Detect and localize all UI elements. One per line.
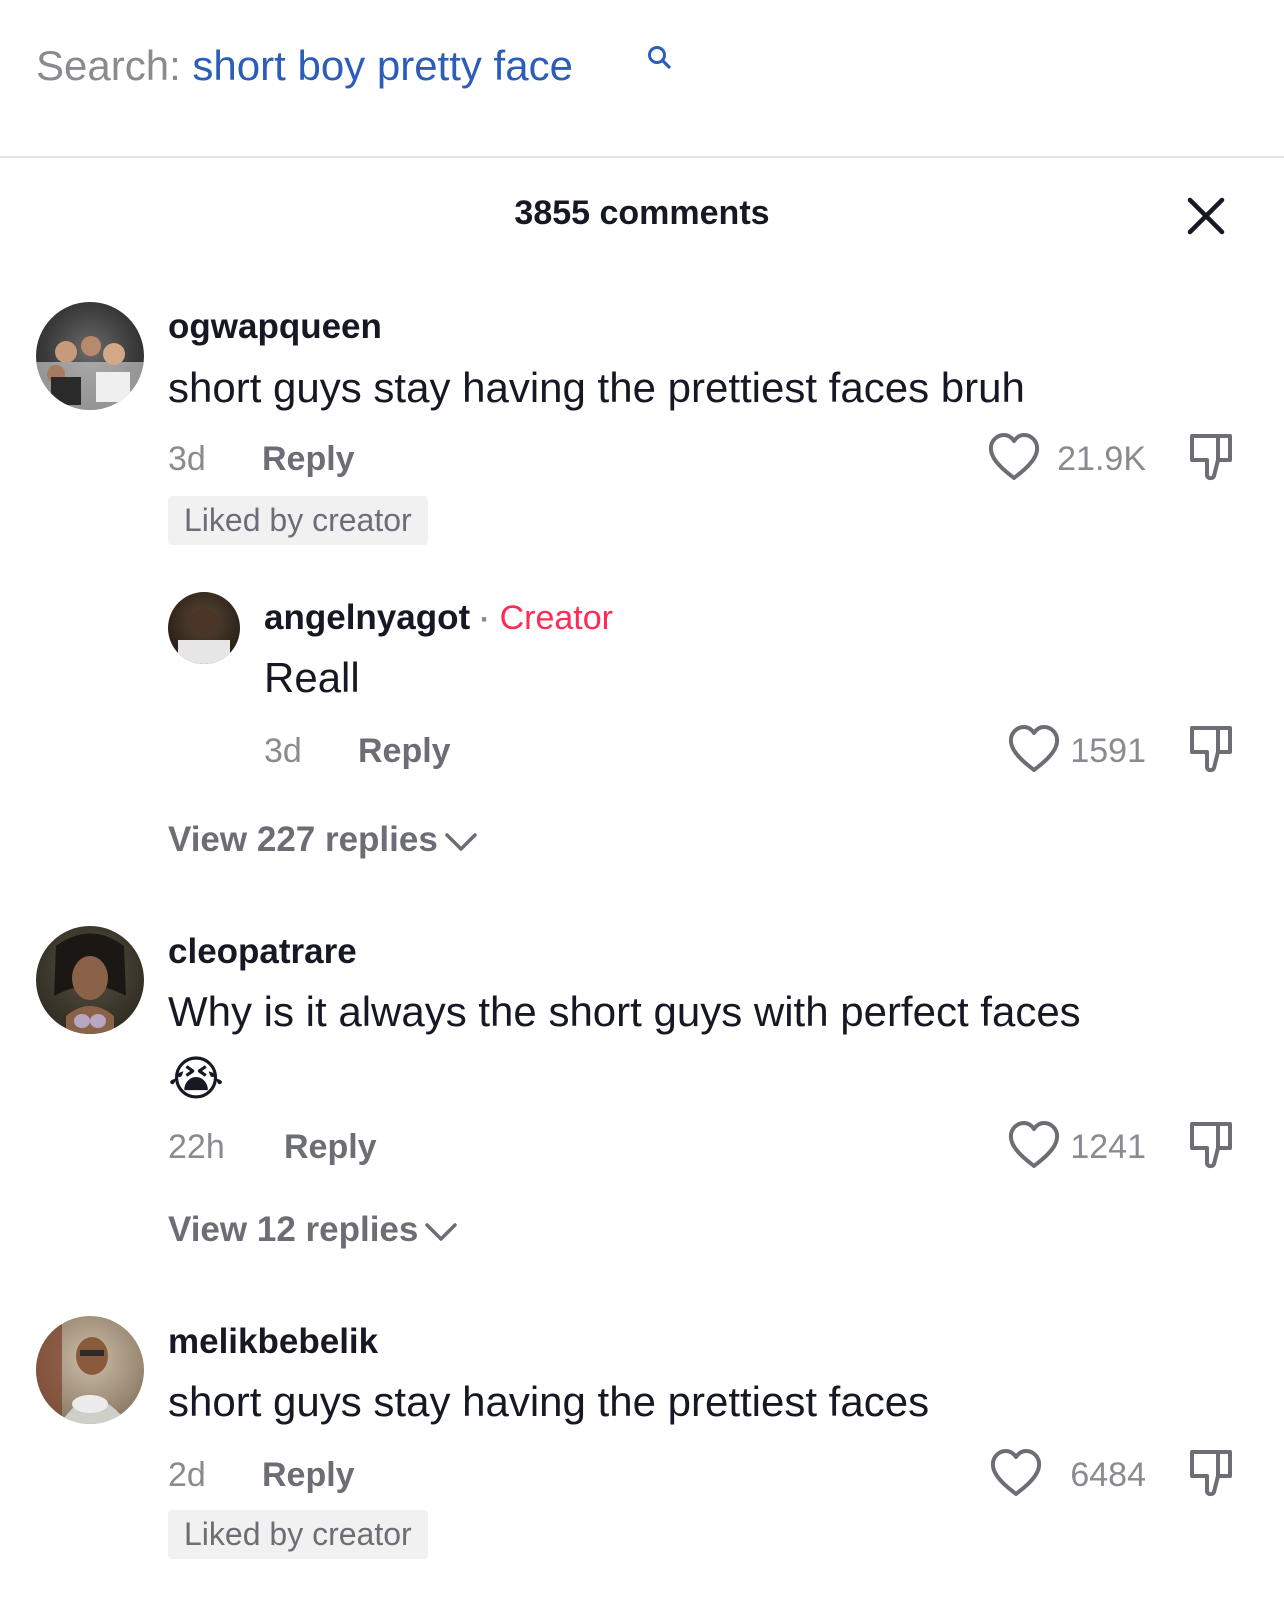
comment-username[interactable]: melikbebelik <box>168 1322 378 1362</box>
comments-count-title: 3855 comments <box>514 194 770 232</box>
search-query[interactable]: short boy pretty face <box>192 42 573 89</box>
comment-text: Why is it always the short guys with per… <box>168 988 1081 1035</box>
reply-button[interactable]: Reply <box>262 1456 355 1495</box>
liked-by-creator-badge: Liked by creator <box>168 1510 428 1559</box>
view-replies-button[interactable]: View 227 replies <box>168 820 478 860</box>
anime-character-image <box>54 933 126 1034</box>
avatar-ogwapqueen[interactable] <box>36 302 144 410</box>
avatar-cleopatrare[interactable] <box>36 926 144 1034</box>
thumbs-down-icon[interactable] <box>1186 1118 1238 1170</box>
heart-icon[interactable] <box>986 432 1042 482</box>
chevron-down-icon <box>425 1223 458 1241</box>
view-replies-button[interactable]: View 12 replies <box>168 1210 458 1250</box>
reply-button[interactable]: Reply <box>262 440 355 479</box>
separator-dot: · <box>479 603 490 636</box>
like-count: 21.9K <box>1057 440 1146 478</box>
like-count: 1591 <box>1070 732 1146 770</box>
crying-emoji: 😭 <box>168 1053 225 1106</box>
search-bar[interactable]: Search: short boy pretty face <box>0 0 1284 158</box>
like-count: 6484 <box>1070 1456 1146 1494</box>
comment-time: 22h <box>168 1128 225 1166</box>
comment-text: short guys stay having the prettiest fac… <box>168 1378 930 1425</box>
close-icon[interactable] <box>1186 196 1226 236</box>
search-label[interactable]: Search: short boy pretty face <box>36 42 573 90</box>
view-replies-label[interactable]: View 227 replies <box>168 820 438 859</box>
search-prefix: Search: <box>36 42 181 89</box>
like-count: 1241 <box>1070 1128 1146 1166</box>
profile-photo-image <box>178 608 230 664</box>
search-icon[interactable] <box>646 44 672 70</box>
reply-text: Reall <box>264 654 360 701</box>
avatar-melikbebelik[interactable] <box>36 1316 144 1424</box>
reply-username[interactable]: angelnyagot · Creator <box>264 598 613 638</box>
thumbs-down-icon[interactable] <box>1186 722 1238 774</box>
view-replies-label[interactable]: View 12 replies <box>168 1210 418 1249</box>
creator-tag: Creator <box>499 599 613 637</box>
reply-button[interactable]: Reply <box>284 1128 377 1167</box>
comment-time: 3d <box>168 440 206 478</box>
avatar-angelnyagot[interactable] <box>168 592 240 664</box>
reply-button[interactable]: Reply <box>358 732 451 771</box>
reply-time: 3d <box>264 732 302 770</box>
thumbs-down-icon[interactable] <box>1186 1446 1238 1498</box>
group-photo-image <box>36 336 144 410</box>
reply-username-text[interactable]: angelnyagot <box>264 598 470 637</box>
thumbs-down-icon[interactable] <box>1186 430 1238 482</box>
comment-text: short guys stay having the prettiest fac… <box>168 364 1025 411</box>
comment-time: 2d <box>168 1456 206 1494</box>
comment-username[interactable]: cleopatrare <box>168 932 357 972</box>
comment-username[interactable]: ogwapqueen <box>168 307 382 347</box>
profile-photo-image <box>36 1316 128 1424</box>
liked-by-creator-badge: Liked by creator <box>168 496 428 545</box>
chevron-down-icon <box>445 833 477 851</box>
